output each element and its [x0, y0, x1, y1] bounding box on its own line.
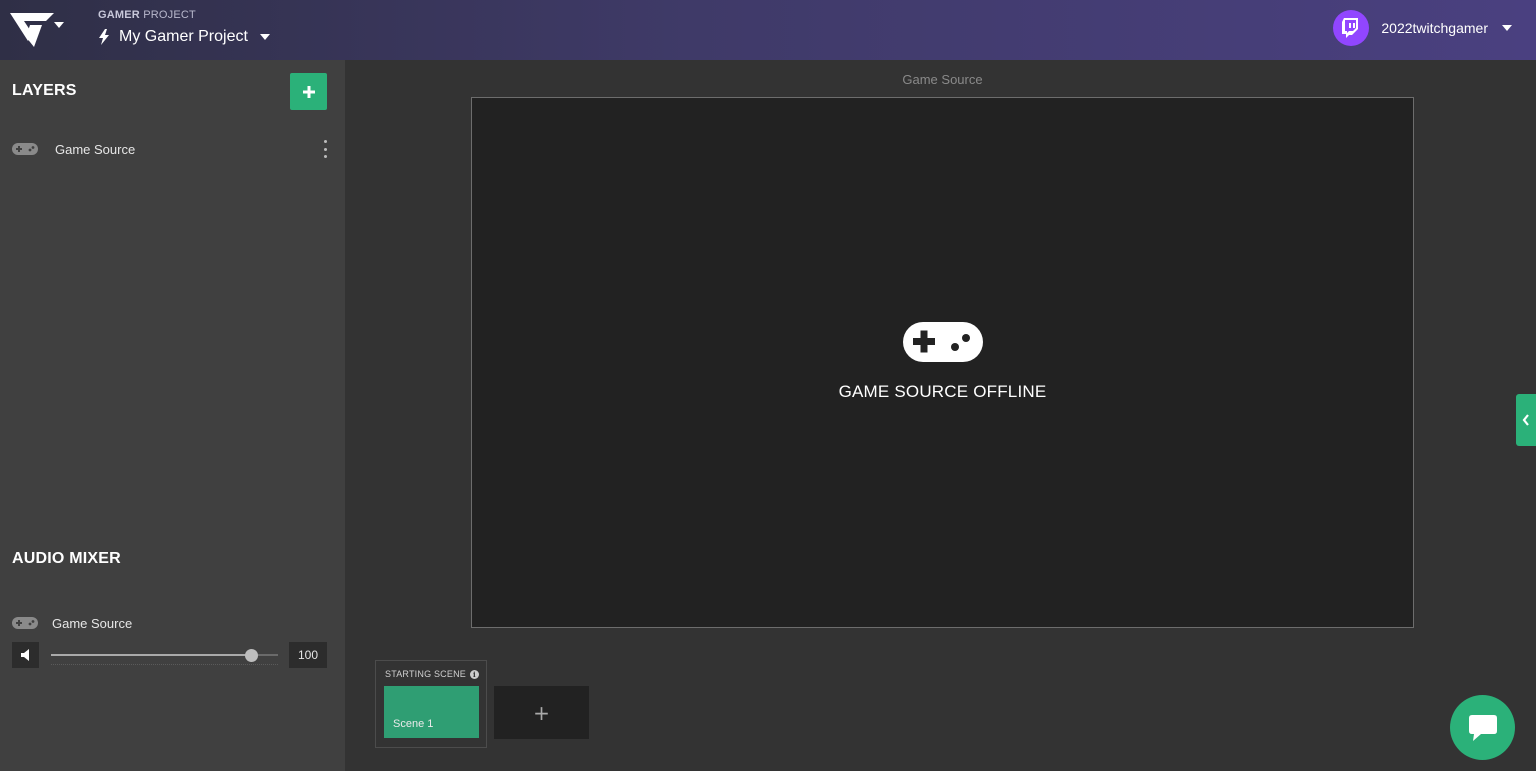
- layers-title: LAYERS: [12, 82, 77, 99]
- slider-thumb[interactable]: [244, 649, 258, 662]
- level-meter: [51, 664, 278, 665]
- sidebar: LAYERS Game Source AUDIO MIXER Game Sour…: [0, 60, 345, 771]
- info-icon[interactable]: i: [469, 669, 479, 679]
- preview-canvas[interactable]: GAME SOURCE OFFLINE: [471, 97, 1414, 628]
- speaker-icon: [20, 649, 29, 661]
- gamepad-icon: [902, 322, 983, 362]
- chat-button[interactable]: [1450, 695, 1515, 760]
- project-name: My Gamer Project: [119, 28, 248, 45]
- volume-value[interactable]: 100: [289, 642, 327, 668]
- offline-message: GAME SOURCE OFFLINE: [838, 382, 1047, 401]
- logo-icon: [10, 13, 54, 47]
- mixer-channel: Game Source: [12, 613, 132, 633]
- chat-icon: [1468, 714, 1497, 741]
- chevron-down-icon: [259, 34, 270, 40]
- chevron-left-icon: [1522, 414, 1529, 426]
- scene-card[interactable]: Scene 1: [384, 686, 479, 738]
- gamepad-icon: [12, 143, 38, 155]
- scene-group-title: STARTING SCENE i: [385, 669, 479, 679]
- expand-panel-button[interactable]: [1516, 394, 1536, 446]
- plus-icon: [302, 85, 315, 98]
- main-area: Game Source GAME SOURCE OFFLINE STARTING…: [345, 60, 1536, 771]
- plus-icon: +: [533, 700, 550, 725]
- gamepad-icon: [12, 617, 38, 629]
- chevron-down-icon: [54, 22, 64, 28]
- offline-placeholder: GAME SOURCE OFFLINE: [472, 320, 1413, 402]
- avatar: [1333, 10, 1370, 46]
- more-options-icon[interactable]: [322, 140, 328, 158]
- add-layer-button[interactable]: [290, 73, 327, 110]
- bolt-icon: [99, 29, 109, 45]
- volume-slider[interactable]: [51, 644, 278, 666]
- top-header: GAMER PROJECT My Gamer Project 2022twitc…: [0, 0, 1536, 60]
- username: 2022twitchgamer: [1381, 20, 1488, 36]
- scene-label: Scene 1: [393, 718, 434, 730]
- scene-group: STARTING SCENE i Scene 1: [375, 660, 487, 748]
- add-scene-button[interactable]: +: [494, 686, 589, 739]
- twitch-icon: [1342, 18, 1359, 38]
- project-caption: GAMER PROJECT: [98, 9, 196, 21]
- layer-item[interactable]: Game Source: [12, 138, 334, 160]
- layer-label: Game Source: [55, 141, 136, 157]
- preview-caption: Game Source: [902, 72, 983, 87]
- chevron-down-icon: [1502, 25, 1512, 31]
- mute-button[interactable]: [12, 642, 39, 668]
- mixer-channel-label: Game Source: [52, 615, 133, 631]
- audio-mixer-title: AUDIO MIXER: [12, 550, 121, 567]
- project-selector[interactable]: My Gamer Project: [98, 26, 270, 48]
- user-menu[interactable]: 2022twitchgamer: [1333, 10, 1512, 46]
- slider-fill: [51, 654, 251, 656]
